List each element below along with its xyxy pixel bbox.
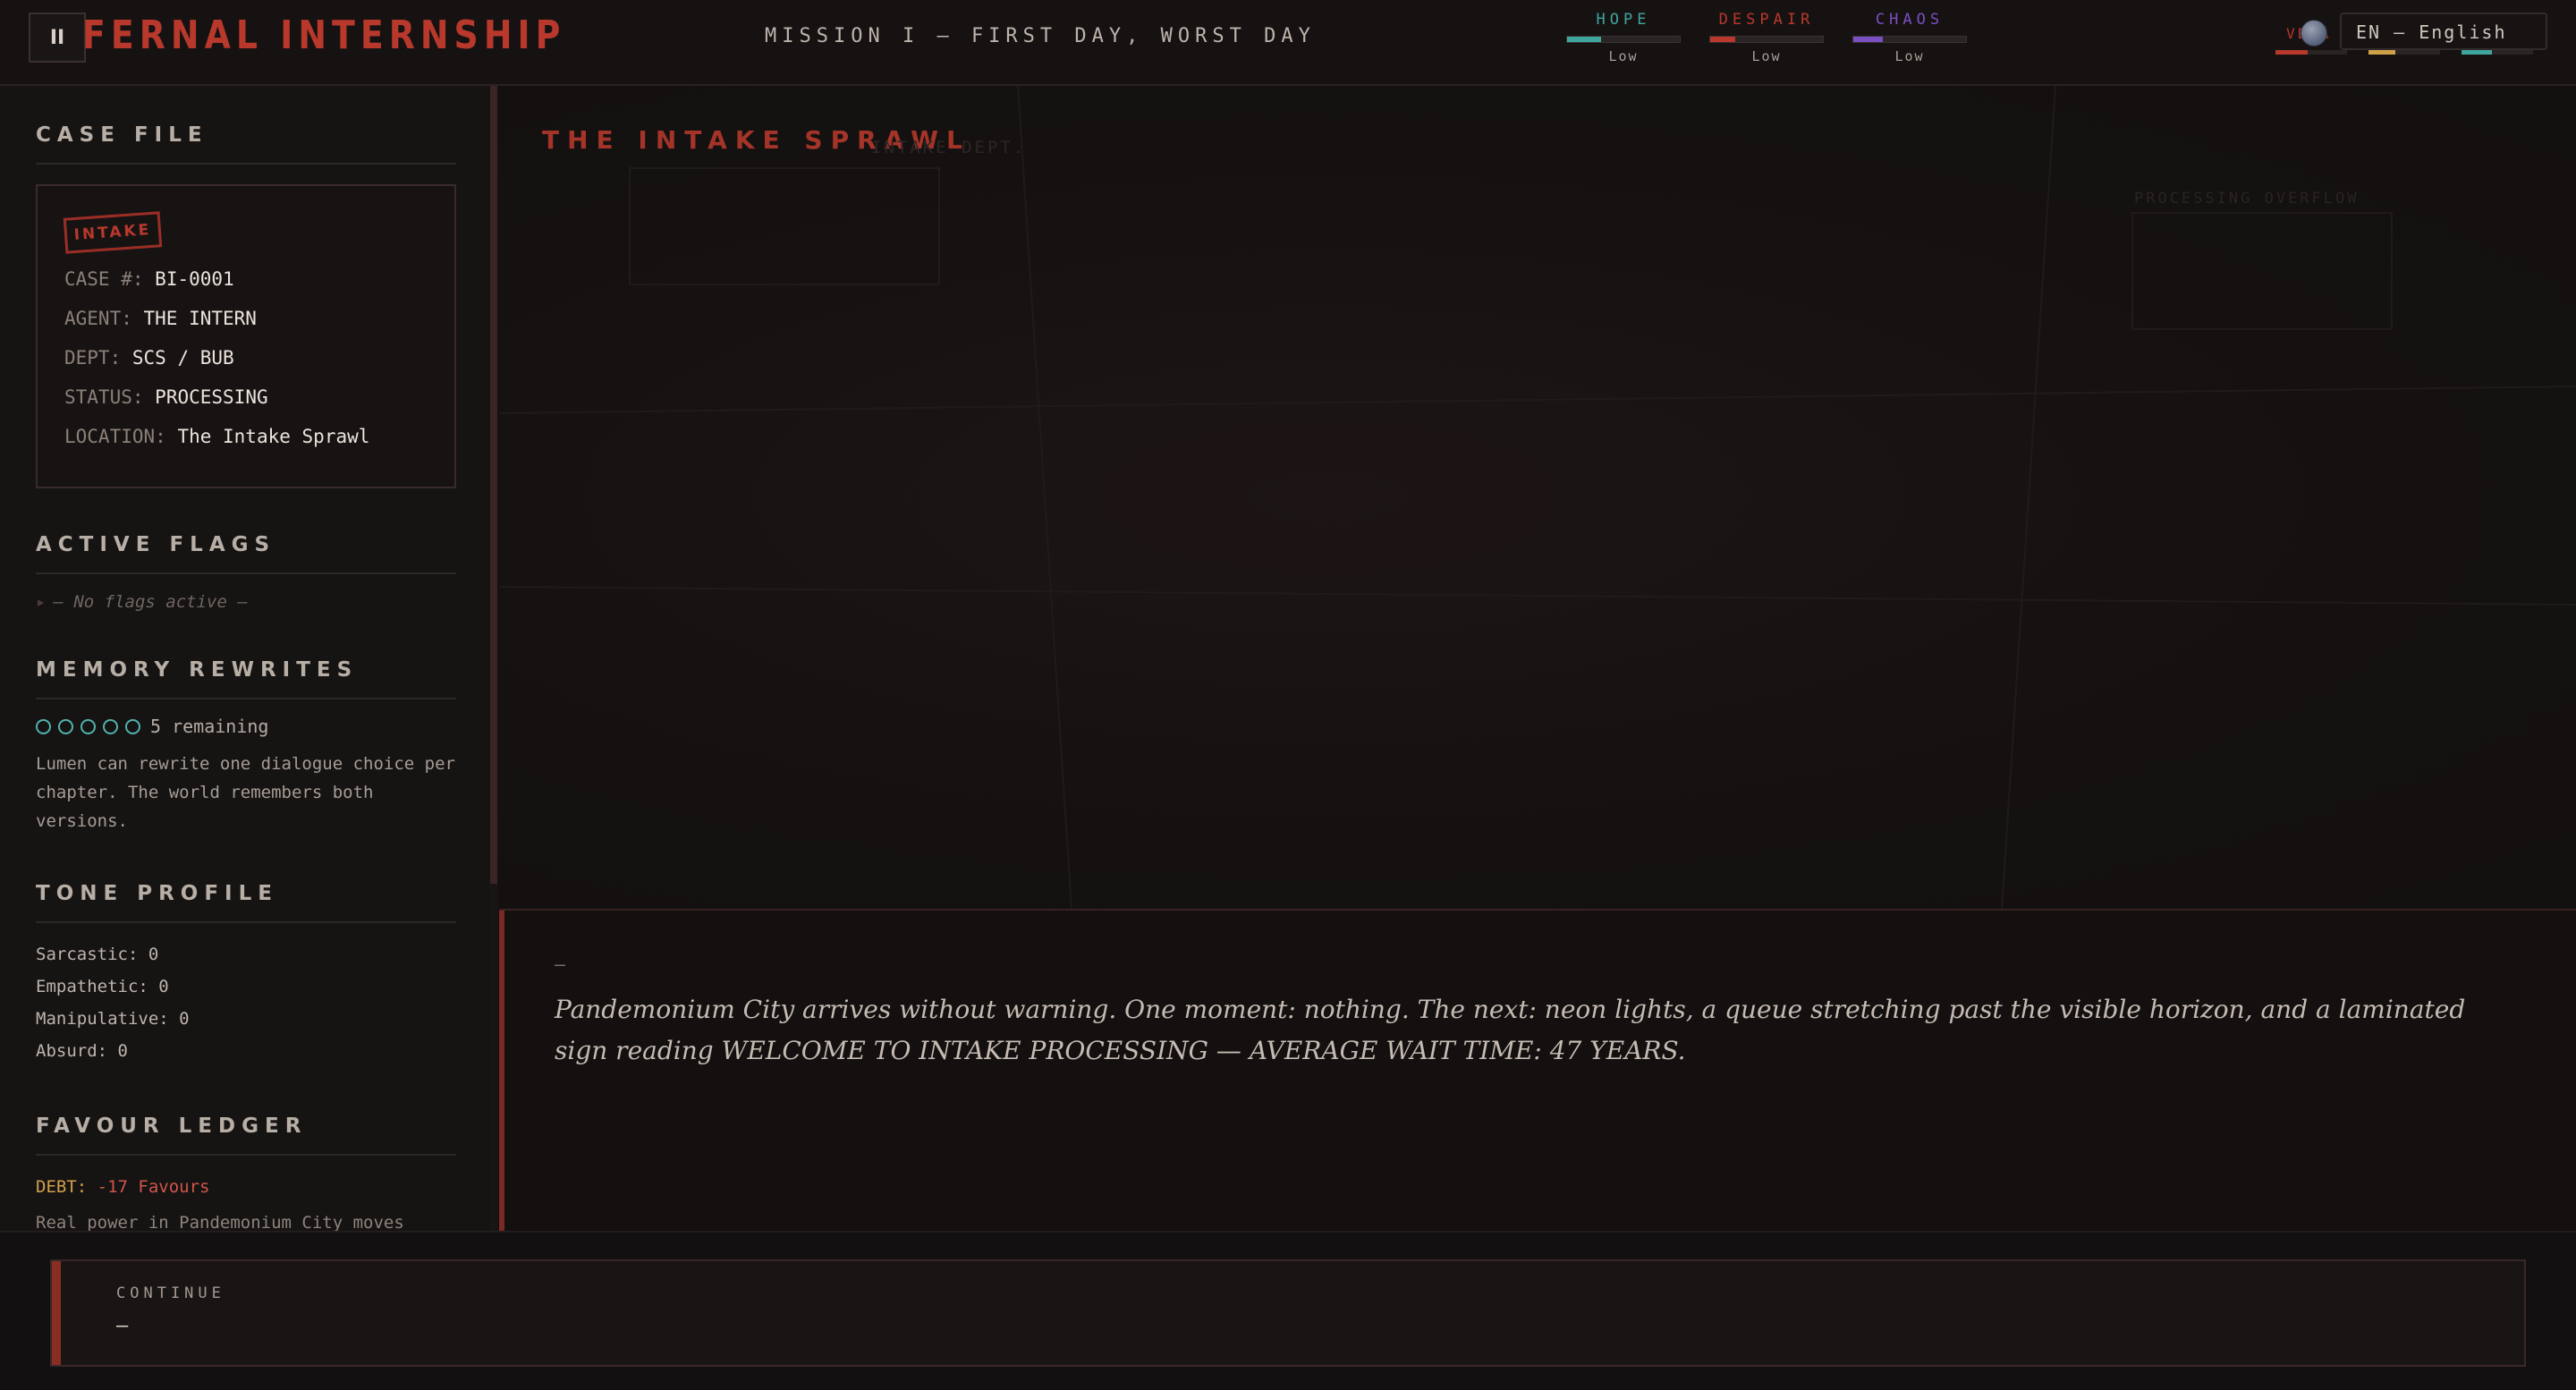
- despair-meter-level: Low: [1751, 48, 1782, 64]
- despair-meter-label: DESPAIR: [1718, 11, 1815, 29]
- section-divider: [36, 163, 456, 165]
- flags-empty-message: ▸ — No flags active —: [36, 592, 248, 612]
- companion-bar-fill-1: [2275, 50, 2308, 55]
- rewrite-token-icon: [80, 719, 96, 734]
- companion-bar-1: [2275, 50, 2347, 55]
- case-key: DEPT:: [64, 347, 122, 369]
- debt-label: DEBT:: [36, 1177, 88, 1197]
- companion-bars: [2275, 50, 2535, 55]
- sidebar-scrollbar-thumb[interactable]: [490, 86, 497, 884]
- case-key: CASE #:: [64, 268, 144, 290]
- language-select[interactable]: EN — English: [2340, 13, 2547, 50]
- favour-ledger-title: FAVOUR LEDGER: [36, 1115, 308, 1138]
- scene-sign-overflow: PROCESSING OVERFLOW: [2134, 190, 2360, 208]
- case-key: STATUS:: [64, 386, 144, 408]
- case-key: LOCATION:: [64, 426, 166, 447]
- section-divider: [36, 698, 456, 699]
- case-row-dept: DEPT: SCS / BUB: [64, 347, 234, 369]
- case-file-card: INTAKE CASE #: BI-0001 AGENT: THE INTERN…: [36, 184, 456, 488]
- flags-empty-text: — No flags active —: [53, 592, 248, 612]
- despair-meter-bar: [1709, 36, 1824, 43]
- choice-label: CONTINUE: [116, 1284, 225, 1302]
- debt-value: -17 Favours: [97, 1177, 210, 1197]
- case-row-location: LOCATION: The Intake Sprawl: [64, 426, 369, 447]
- pause-menu-button[interactable]: II: [29, 13, 86, 63]
- rewrite-token-icon: [125, 719, 140, 734]
- chaos-meter-label: CHAOS: [1875, 11, 1945, 29]
- tone-sarcastic: Sarcastic: 0: [36, 945, 159, 964]
- despair-meter-fill: [1710, 37, 1735, 42]
- mission-title: MISSION I — FIRST DAY, WORST DAY: [765, 25, 1316, 47]
- companion-bar-fill-2: [2368, 50, 2396, 55]
- narration-accent-bar: [499, 911, 504, 1231]
- memory-rewrite-tokens: [36, 719, 140, 734]
- arrow-icon: ▸: [36, 592, 47, 612]
- tone-absurd: Absurd: 0: [36, 1041, 128, 1061]
- chaos-meter-bar: [1852, 36, 1967, 43]
- top-bar: II FERNAL INTERNSHIP MISSION I — FIRST D…: [0, 0, 2576, 86]
- companion-bar-2: [2368, 50, 2440, 55]
- chaos-meter: CHAOS Low: [1852, 11, 1968, 64]
- rewrite-token-icon: [103, 719, 118, 734]
- hope-meter-level: Low: [1608, 48, 1639, 64]
- narration-speaker: —: [555, 954, 566, 975]
- hope-meter-fill: [1567, 37, 1601, 42]
- narration-panel: — Pandemonium City arrives without warni…: [499, 909, 2576, 1231]
- game-title: FERNAL INTERNSHIP: [82, 13, 566, 58]
- active-flags-title: ACTIVE FLAGS: [36, 533, 276, 556]
- tone-empathetic: Empathetic: 0: [36, 977, 169, 996]
- case-row-agent: AGENT: THE INTERN: [64, 308, 257, 329]
- companion-bar-fill-3: [2462, 50, 2492, 55]
- tone-manipulative: Manipulative: 0: [36, 1009, 190, 1029]
- hope-meter-label: HOPE: [1596, 11, 1651, 29]
- case-value: PROCESSING: [155, 386, 268, 408]
- case-row-case-number: CASE #: BI-0001: [64, 268, 234, 290]
- intake-stamp: INTAKE: [63, 211, 163, 254]
- case-key: AGENT:: [64, 308, 132, 329]
- narration-text: Pandemonium City arrives without warning…: [555, 995, 2466, 1065]
- section-divider: [36, 1154, 456, 1156]
- scene-backdrop: [499, 86, 2576, 909]
- despair-meter: DESPAIR Low: [1708, 11, 1825, 64]
- sidebar-scrollbar-track[interactable]: [490, 884, 497, 1231]
- case-row-status: STATUS: PROCESSING: [64, 386, 268, 408]
- chaos-meter-level: Low: [1894, 48, 1925, 64]
- memory-rewrites-title: MEMORY REWRITES: [36, 658, 359, 682]
- avatar-icon[interactable]: [2301, 20, 2327, 47]
- choice-accent-bar: [52, 1261, 61, 1365]
- favour-debt: DEBT: -17 Favours: [36, 1177, 210, 1197]
- case-value: BI-0001: [155, 268, 234, 290]
- scene-sign-intake: INTAKE DEPT.: [871, 138, 1027, 157]
- rewrite-token-icon: [36, 719, 51, 734]
- chaos-meter-fill: [1853, 37, 1883, 42]
- case-value: SCS / BUB: [131, 347, 234, 369]
- sidebar: CASE FILE INTAKE CASE #: BI-0001 AGENT: …: [0, 86, 492, 1231]
- hope-meter: HOPE Low: [1565, 11, 1682, 64]
- scene-viewport: THE INTAKE SPRAWL INTAKE DEPT. PROCESSIN…: [499, 86, 2576, 909]
- section-divider: [36, 572, 456, 574]
- hope-meter-bar: [1566, 36, 1681, 43]
- tone-profile-title: TONE PROFILE: [36, 882, 278, 905]
- favour-ledger-description: Real power in Pandemonium City moves: [36, 1213, 404, 1231]
- case-file-title: CASE FILE: [36, 123, 208, 147]
- case-value: The Intake Sprawl: [177, 426, 370, 447]
- memory-rewrites-remaining: 5 remaining: [150, 716, 269, 737]
- choices-panel: CONTINUE —: [0, 1231, 2576, 1390]
- choice-continue-button[interactable]: CONTINUE —: [50, 1259, 2526, 1367]
- rewrite-token-icon: [58, 719, 73, 734]
- companion-bar-3: [2462, 50, 2533, 55]
- section-divider: [36, 921, 456, 923]
- case-value: THE INTERN: [143, 308, 257, 329]
- choice-text: —: [116, 1315, 129, 1337]
- pause-icon: II: [49, 26, 65, 49]
- memory-rewrites-description: Lumen can rewrite one dialogue choice pe…: [36, 754, 455, 831]
